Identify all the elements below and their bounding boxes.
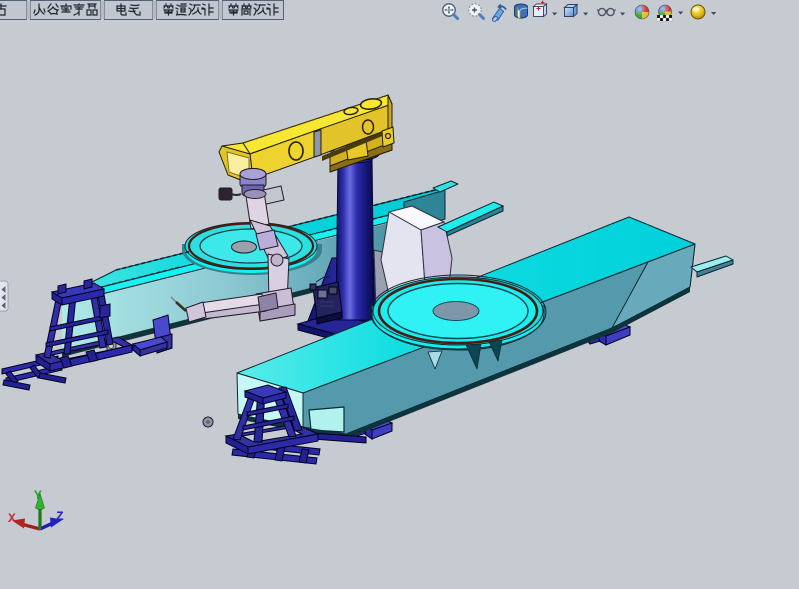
- svg-text:Y: Y: [34, 488, 42, 503]
- svg-text:Z: Z: [56, 509, 64, 524]
- svg-text:X: X: [8, 511, 16, 526]
